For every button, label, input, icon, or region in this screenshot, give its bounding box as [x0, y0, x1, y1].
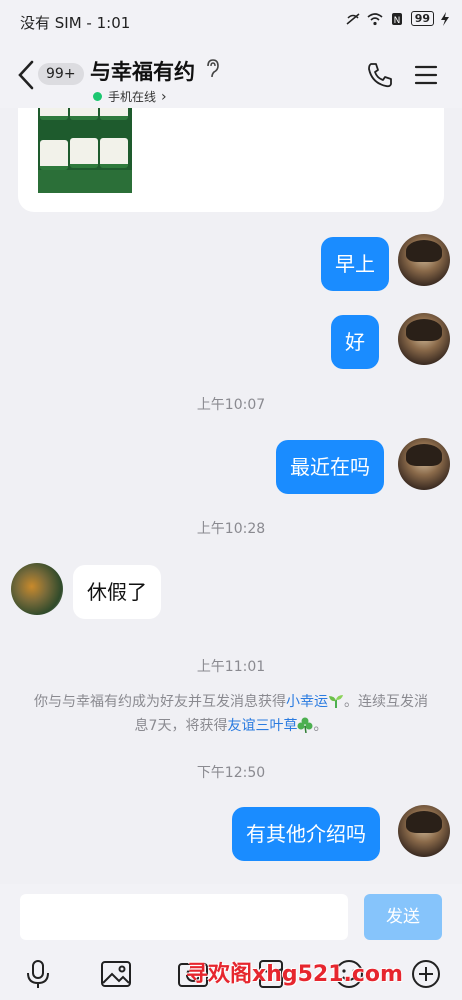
- timestamp: 上午10:07: [196, 397, 266, 413]
- contact-avatar[interactable]: [11, 563, 63, 615]
- outgoing-message[interactable]: 早上: [321, 237, 389, 291]
- chevron-right-icon: ›: [161, 88, 167, 105]
- online-status[interactable]: 手机在线 ›: [93, 88, 167, 105]
- phone-call-icon[interactable]: [366, 61, 394, 89]
- clover-icon: [297, 717, 313, 734]
- battery-level: 99: [410, 11, 434, 26]
- online-dot: [93, 92, 102, 101]
- my-avatar[interactable]: [398, 438, 450, 490]
- sprout-icon: [329, 695, 343, 708]
- online-status-text: 手机在线: [108, 90, 157, 104]
- timestamp: 上午10:28: [196, 521, 266, 537]
- image-icon[interactable]: [100, 958, 132, 990]
- plus-circle-icon[interactable]: [410, 958, 442, 990]
- back-arrow-icon[interactable]: [14, 58, 40, 92]
- outgoing-message[interactable]: 好: [331, 315, 379, 369]
- message-list[interactable]: 早上 好 上午10:07 最近在吗 上午10:28 休假了 上午11:01 你与…: [0, 108, 462, 884]
- outgoing-message[interactable]: 最近在吗: [276, 440, 384, 494]
- timestamp: 下午12:50: [196, 765, 266, 781]
- svg-text:N: N: [393, 16, 400, 26]
- menu-icon[interactable]: [414, 64, 438, 86]
- no-signal-icon: [346, 12, 360, 25]
- status-carrier-time: 没有 SIM - 1:01: [20, 14, 131, 32]
- ear-mode-icon[interactable]: [205, 59, 219, 79]
- send-button[interactable]: 发送: [364, 894, 442, 940]
- little-luck-link[interactable]: 小幸运: [286, 694, 328, 710]
- unread-count-badge[interactable]: 99+: [38, 63, 84, 85]
- mahjong-photo[interactable]: [38, 108, 132, 193]
- friendship-clover-link[interactable]: 友谊三叶草: [227, 718, 297, 734]
- system-notice: 你与与幸福有约成为好友并互发消息获得小幸运 。连续互发消息7天，将获得友谊三叶草。: [34, 694, 428, 734]
- outgoing-message[interactable]: 有其他介绍吗: [232, 807, 380, 861]
- my-avatar[interactable]: [398, 313, 450, 365]
- chat-title[interactable]: 与幸福有约: [90, 56, 195, 86]
- my-avatar[interactable]: [398, 805, 450, 857]
- status-bar: 没有 SIM - 1:01 N 99: [0, 0, 462, 44]
- incoming-message[interactable]: 休假了: [73, 565, 161, 619]
- message-input[interactable]: [20, 894, 348, 940]
- timestamp: 上午11:01: [196, 659, 266, 675]
- my-avatar[interactable]: [398, 234, 450, 286]
- image-message[interactable]: [18, 108, 444, 212]
- microphone-icon[interactable]: [22, 958, 54, 990]
- charging-icon: [441, 11, 449, 26]
- chat-header: 99+ 与幸福有约 手机在线 ›: [0, 44, 462, 108]
- wifi-icon: [367, 12, 383, 25]
- watermark-text: 寻欢阁xhg521.com: [186, 962, 403, 987]
- nfc-icon: N: [391, 12, 402, 26]
